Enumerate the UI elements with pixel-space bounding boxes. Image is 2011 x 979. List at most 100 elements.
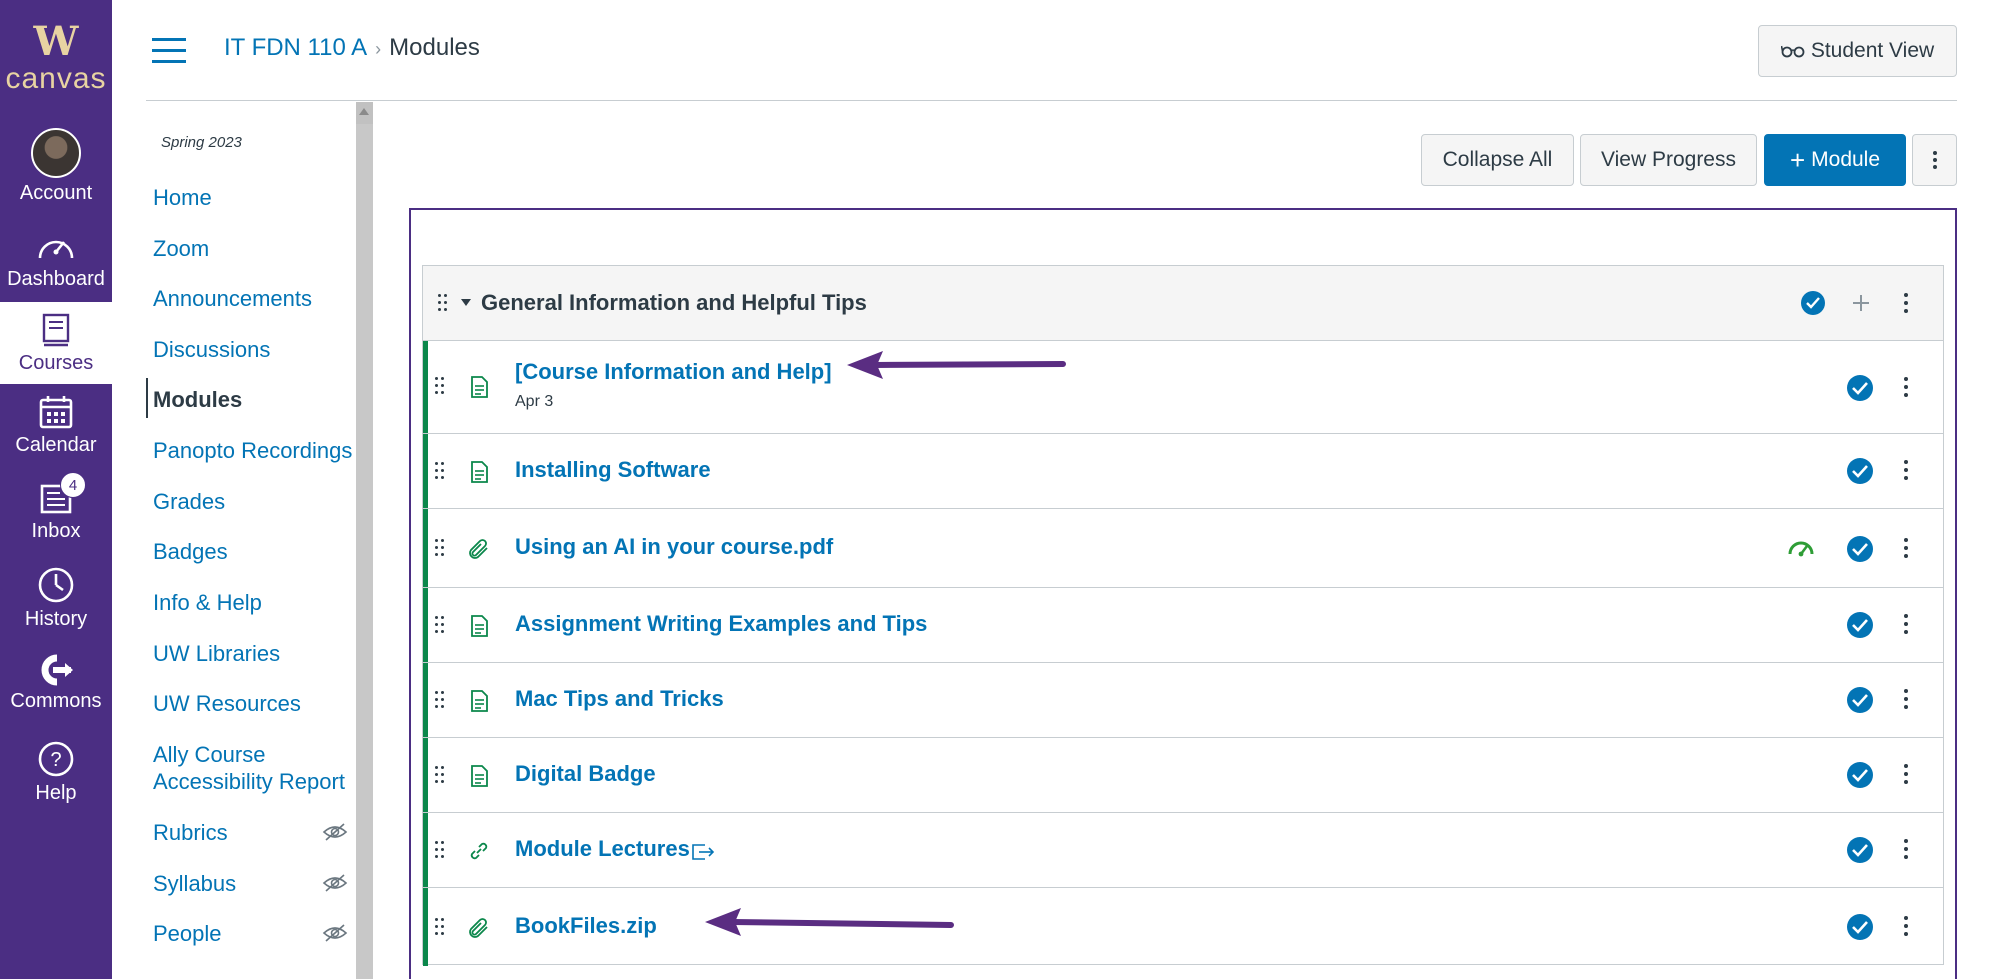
module-item: Using an AI in your course.pdf [423, 509, 1943, 588]
published-check-icon[interactable] [1847, 536, 1873, 562]
add-module-button[interactable]: + Module [1764, 134, 1906, 186]
published-check-icon[interactable] [1847, 687, 1873, 713]
course-nav-home[interactable]: Home [153, 184, 212, 212]
module-item-title[interactable]: Mac Tips and Tricks [515, 686, 724, 712]
course-nav-ally-report-line2[interactable]: Accessibility Report [153, 768, 345, 796]
avatar [31, 128, 81, 178]
item-options-kebab-icon[interactable] [1903, 835, 1909, 863]
nav-history-label: History [24, 608, 88, 630]
help-icon: ? [38, 741, 74, 777]
module-item-title[interactable]: Using an AI in your course.pdf [515, 534, 833, 560]
nav-commons-label: Commons [10, 690, 102, 712]
page-icon [471, 690, 488, 712]
item-options-kebab-icon[interactable] [1903, 373, 1909, 401]
module-item-title[interactable]: BookFiles.zip [515, 913, 657, 939]
published-check-icon[interactable] [1847, 612, 1873, 638]
collapse-caret-icon[interactable] [461, 299, 471, 306]
course-nav-modules[interactable]: Modules [153, 386, 242, 414]
nav-account[interactable]: Account [0, 128, 112, 208]
courses-icon [42, 313, 70, 347]
view-progress-button[interactable]: View Progress [1580, 134, 1757, 186]
collapse-all-button[interactable]: Collapse All [1421, 134, 1574, 186]
nav-courses[interactable]: Courses [0, 302, 112, 384]
nav-dashboard[interactable]: Dashboard [0, 230, 112, 302]
course-nav-active-indicator [146, 378, 148, 418]
breadcrumb: IT FDN 110 A › Modules [224, 34, 480, 62]
course-nav-badges[interactable]: Badges [153, 538, 228, 566]
canvas-logo[interactable]: W canvas [0, 0, 112, 110]
drag-handle-icon[interactable] [435, 539, 445, 559]
nav-commons[interactable]: Commons [0, 654, 112, 732]
collapse-all-label: Collapse All [1442, 148, 1553, 171]
module-header[interactable]: General Information and Helpful Tips [423, 266, 1943, 341]
breadcrumb-course-link[interactable]: IT FDN 110 A [224, 34, 367, 61]
drag-handle-icon[interactable] [435, 616, 445, 636]
more-options-button[interactable] [1912, 134, 1957, 186]
ally-accessibility-gauge-icon[interactable] [1787, 537, 1815, 557]
header-divider [146, 100, 1957, 101]
course-nav-grades[interactable]: Grades [153, 488, 225, 516]
published-status-bar [423, 738, 428, 812]
scrollbar-track[interactable] [356, 124, 373, 979]
module-item-title[interactable]: [Course Information and Help] [515, 359, 832, 385]
published-status-bar [423, 663, 428, 737]
course-nav-uw-resources[interactable]: UW Resources [153, 690, 301, 718]
course-nav-info-help[interactable]: Info & Help [153, 589, 262, 617]
module-item-title[interactable]: Assignment Writing Examples and Tips [515, 611, 927, 637]
published-check-icon[interactable] [1847, 375, 1873, 401]
inbox-unread-badge: 4 [60, 472, 86, 498]
module-item-title[interactable]: Digital Badge [515, 761, 656, 787]
nav-inbox[interactable]: 4 Inbox [0, 472, 112, 558]
drag-handle-icon[interactable] [435, 766, 445, 786]
item-options-kebab-icon[interactable] [1903, 534, 1909, 562]
course-nav-syllabus[interactable]: Syllabus [153, 870, 236, 898]
item-options-kebab-icon[interactable] [1903, 685, 1909, 713]
course-nav-announcements[interactable]: Announcements [153, 285, 312, 313]
course-nav-uw-libraries[interactable]: UW Libraries [153, 640, 280, 668]
item-options-kebab-icon[interactable] [1903, 912, 1909, 940]
published-check-icon[interactable] [1801, 291, 1825, 315]
drag-handle-icon[interactable] [435, 691, 445, 711]
item-options-kebab-icon[interactable] [1903, 456, 1909, 484]
course-nav-zoom[interactable]: Zoom [153, 235, 209, 263]
module-item: Installing Software [423, 434, 1943, 509]
nav-account-label: Account [19, 182, 93, 204]
breadcrumb-separator: › [375, 39, 382, 59]
nav-history[interactable]: History [0, 566, 112, 644]
item-options-kebab-icon[interactable] [1903, 610, 1909, 638]
module-item: BookFiles.zip [423, 888, 1943, 966]
drag-handle-icon[interactable] [435, 841, 445, 861]
nav-help-label: Help [35, 782, 77, 804]
course-nav-people[interactable]: People [153, 920, 222, 948]
module-item: Mac Tips and Tricks [423, 663, 1943, 738]
module-title: General Information and Helpful Tips [481, 290, 867, 315]
module-item: [Course Information and Help] Apr 3 [423, 341, 1943, 434]
student-view-button[interactable]: Student View [1758, 25, 1957, 77]
annotation-arrow-icon [847, 351, 1066, 379]
module-item-title[interactable]: Installing Software [515, 457, 711, 483]
drag-handle-icon[interactable] [438, 294, 448, 314]
course-nav: Spring 2023 Home Zoom Announcements Disc… [146, 102, 356, 979]
module-item-title[interactable]: Module Lectures [515, 836, 690, 862]
course-nav-rubrics[interactable]: Rubrics [153, 819, 228, 847]
nav-calendar[interactable]: Calendar [0, 394, 112, 472]
scroll-up-arrow-icon[interactable] [359, 108, 369, 115]
drag-handle-icon[interactable] [435, 462, 445, 482]
module-item-date: Apr 3 [515, 393, 554, 410]
module-options-kebab-icon[interactable] [1903, 289, 1909, 317]
drag-handle-icon[interactable] [435, 918, 445, 938]
item-options-kebab-icon[interactable] [1903, 760, 1909, 788]
published-check-icon[interactable] [1847, 914, 1873, 940]
course-nav-ally-report[interactable]: Ally Course [153, 741, 265, 769]
course-nav-panopto-recordings[interactable]: Panopto Recordings [153, 437, 352, 465]
course-menu-toggle-button[interactable] [152, 38, 188, 64]
nav-help[interactable]: ? Help [0, 740, 112, 818]
published-check-icon[interactable] [1847, 837, 1873, 863]
drag-handle-icon[interactable] [435, 377, 445, 397]
clock-icon [38, 567, 74, 603]
course-nav-discussions[interactable]: Discussions [153, 336, 270, 364]
course-nav-scrollbar[interactable] [356, 102, 373, 979]
published-check-icon[interactable] [1847, 762, 1873, 788]
published-check-icon[interactable] [1847, 458, 1873, 484]
add-item-plus-icon[interactable] [1851, 293, 1871, 313]
